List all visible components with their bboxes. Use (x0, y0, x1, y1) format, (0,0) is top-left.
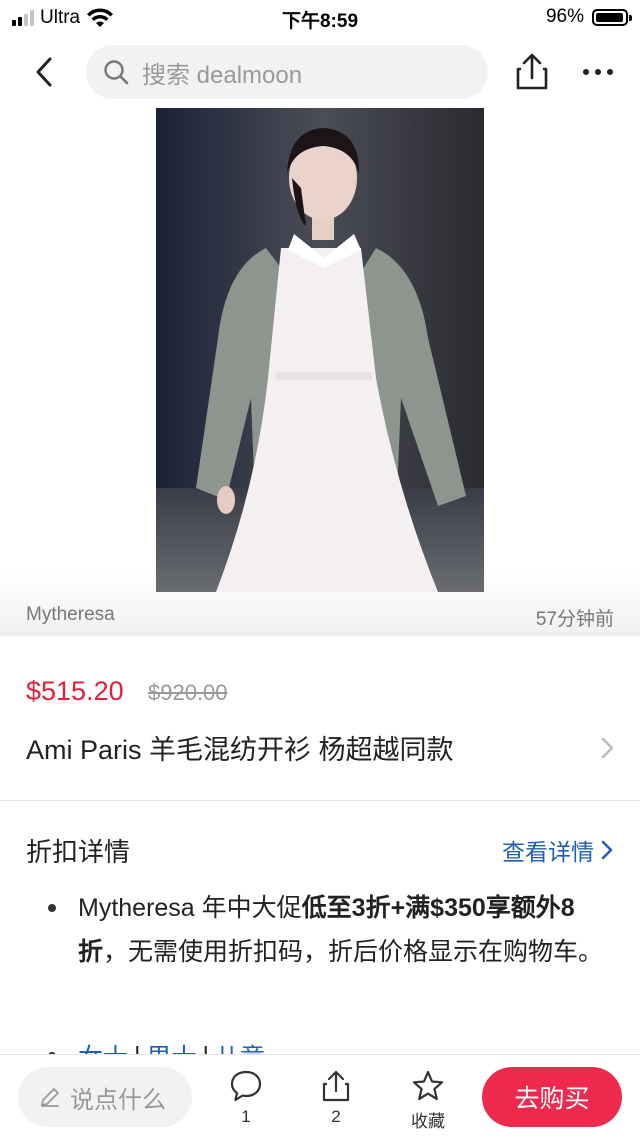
search-bar[interactable]: 搜索 dealmoon (86, 45, 488, 99)
battery-icon (592, 8, 632, 26)
comment-placeholder: 说点什么 (70, 1086, 166, 1114)
current-price: $515.20 (26, 676, 124, 706)
status-right: 96% (545, 6, 632, 28)
more-button[interactable] (578, 52, 618, 92)
source-label: Mytheresa (26, 604, 115, 625)
comments-button[interactable]: 1 (216, 1069, 276, 1133)
deal-description: Mytheresa 年中大促低至3折+满$350享额外8折，无需使用折扣码，折后… (48, 886, 608, 974)
share-button[interactable] (512, 52, 552, 92)
model-photo (156, 108, 484, 592)
bullet-dot (48, 904, 56, 912)
chevron-left-icon (36, 57, 52, 87)
status-time: 下午8:59 (281, 11, 359, 32)
bottom-action-bar: 说点什么 1 2 收藏 去购买 (0, 1054, 640, 1139)
more-icon (583, 69, 613, 75)
comment-count: 1 (241, 1107, 251, 1126)
share-count: 2 (331, 1107, 341, 1126)
comment-input[interactable]: 说点什么 (18, 1067, 192, 1127)
share-icon (322, 1070, 350, 1102)
view-details-link[interactable]: 查看详情 (502, 833, 614, 867)
comment-bubble-icon (230, 1070, 262, 1102)
favorite-button[interactable]: 收藏 (398, 1069, 458, 1133)
price-block[interactable]: $515.20 $920.00 Ami Paris 羊毛混纺开衫 杨超越同款 (0, 636, 640, 801)
deal-text-part1: Mytheresa 年中大促 (78, 894, 302, 922)
chevron-right-icon (601, 737, 614, 759)
deal-text: Mytheresa 年中大促低至3折+满$350享额外8折，无需使用折扣码，折后… (78, 886, 608, 974)
battery-percent: 96% (545, 6, 584, 27)
favorite-label: 收藏 (411, 1112, 445, 1131)
back-button[interactable] (24, 52, 64, 92)
chevron-right-icon (601, 840, 613, 860)
deal-heading: 折扣详情 (26, 837, 131, 867)
share-icon (516, 53, 548, 90)
star-icon (412, 1070, 444, 1101)
post-time: 57分钟前 (535, 609, 614, 630)
share-count-button[interactable]: 2 (306, 1069, 366, 1133)
pencil-icon (41, 1088, 59, 1107)
search-icon (104, 60, 129, 85)
nav-bar: 搜索 dealmoon (0, 40, 640, 104)
status-bar: Ultra 下午8:59 96% (0, 0, 640, 36)
search-placeholder: 搜索 dealmoon (142, 61, 303, 89)
product-title: Ami Paris 羊毛混纺开衫 杨超越同款 (26, 735, 454, 765)
deal-text-part2: ，无需使用折扣码，折后价格显示在购物车。 (103, 938, 604, 966)
view-details-label: 查看详情 (502, 839, 594, 865)
product-image[interactable] (156, 108, 484, 592)
original-price: $920.00 (148, 680, 228, 705)
buy-button[interactable]: 去购买 (482, 1067, 622, 1127)
hero-area: Mytheresa 57分钟前 (0, 108, 640, 636)
